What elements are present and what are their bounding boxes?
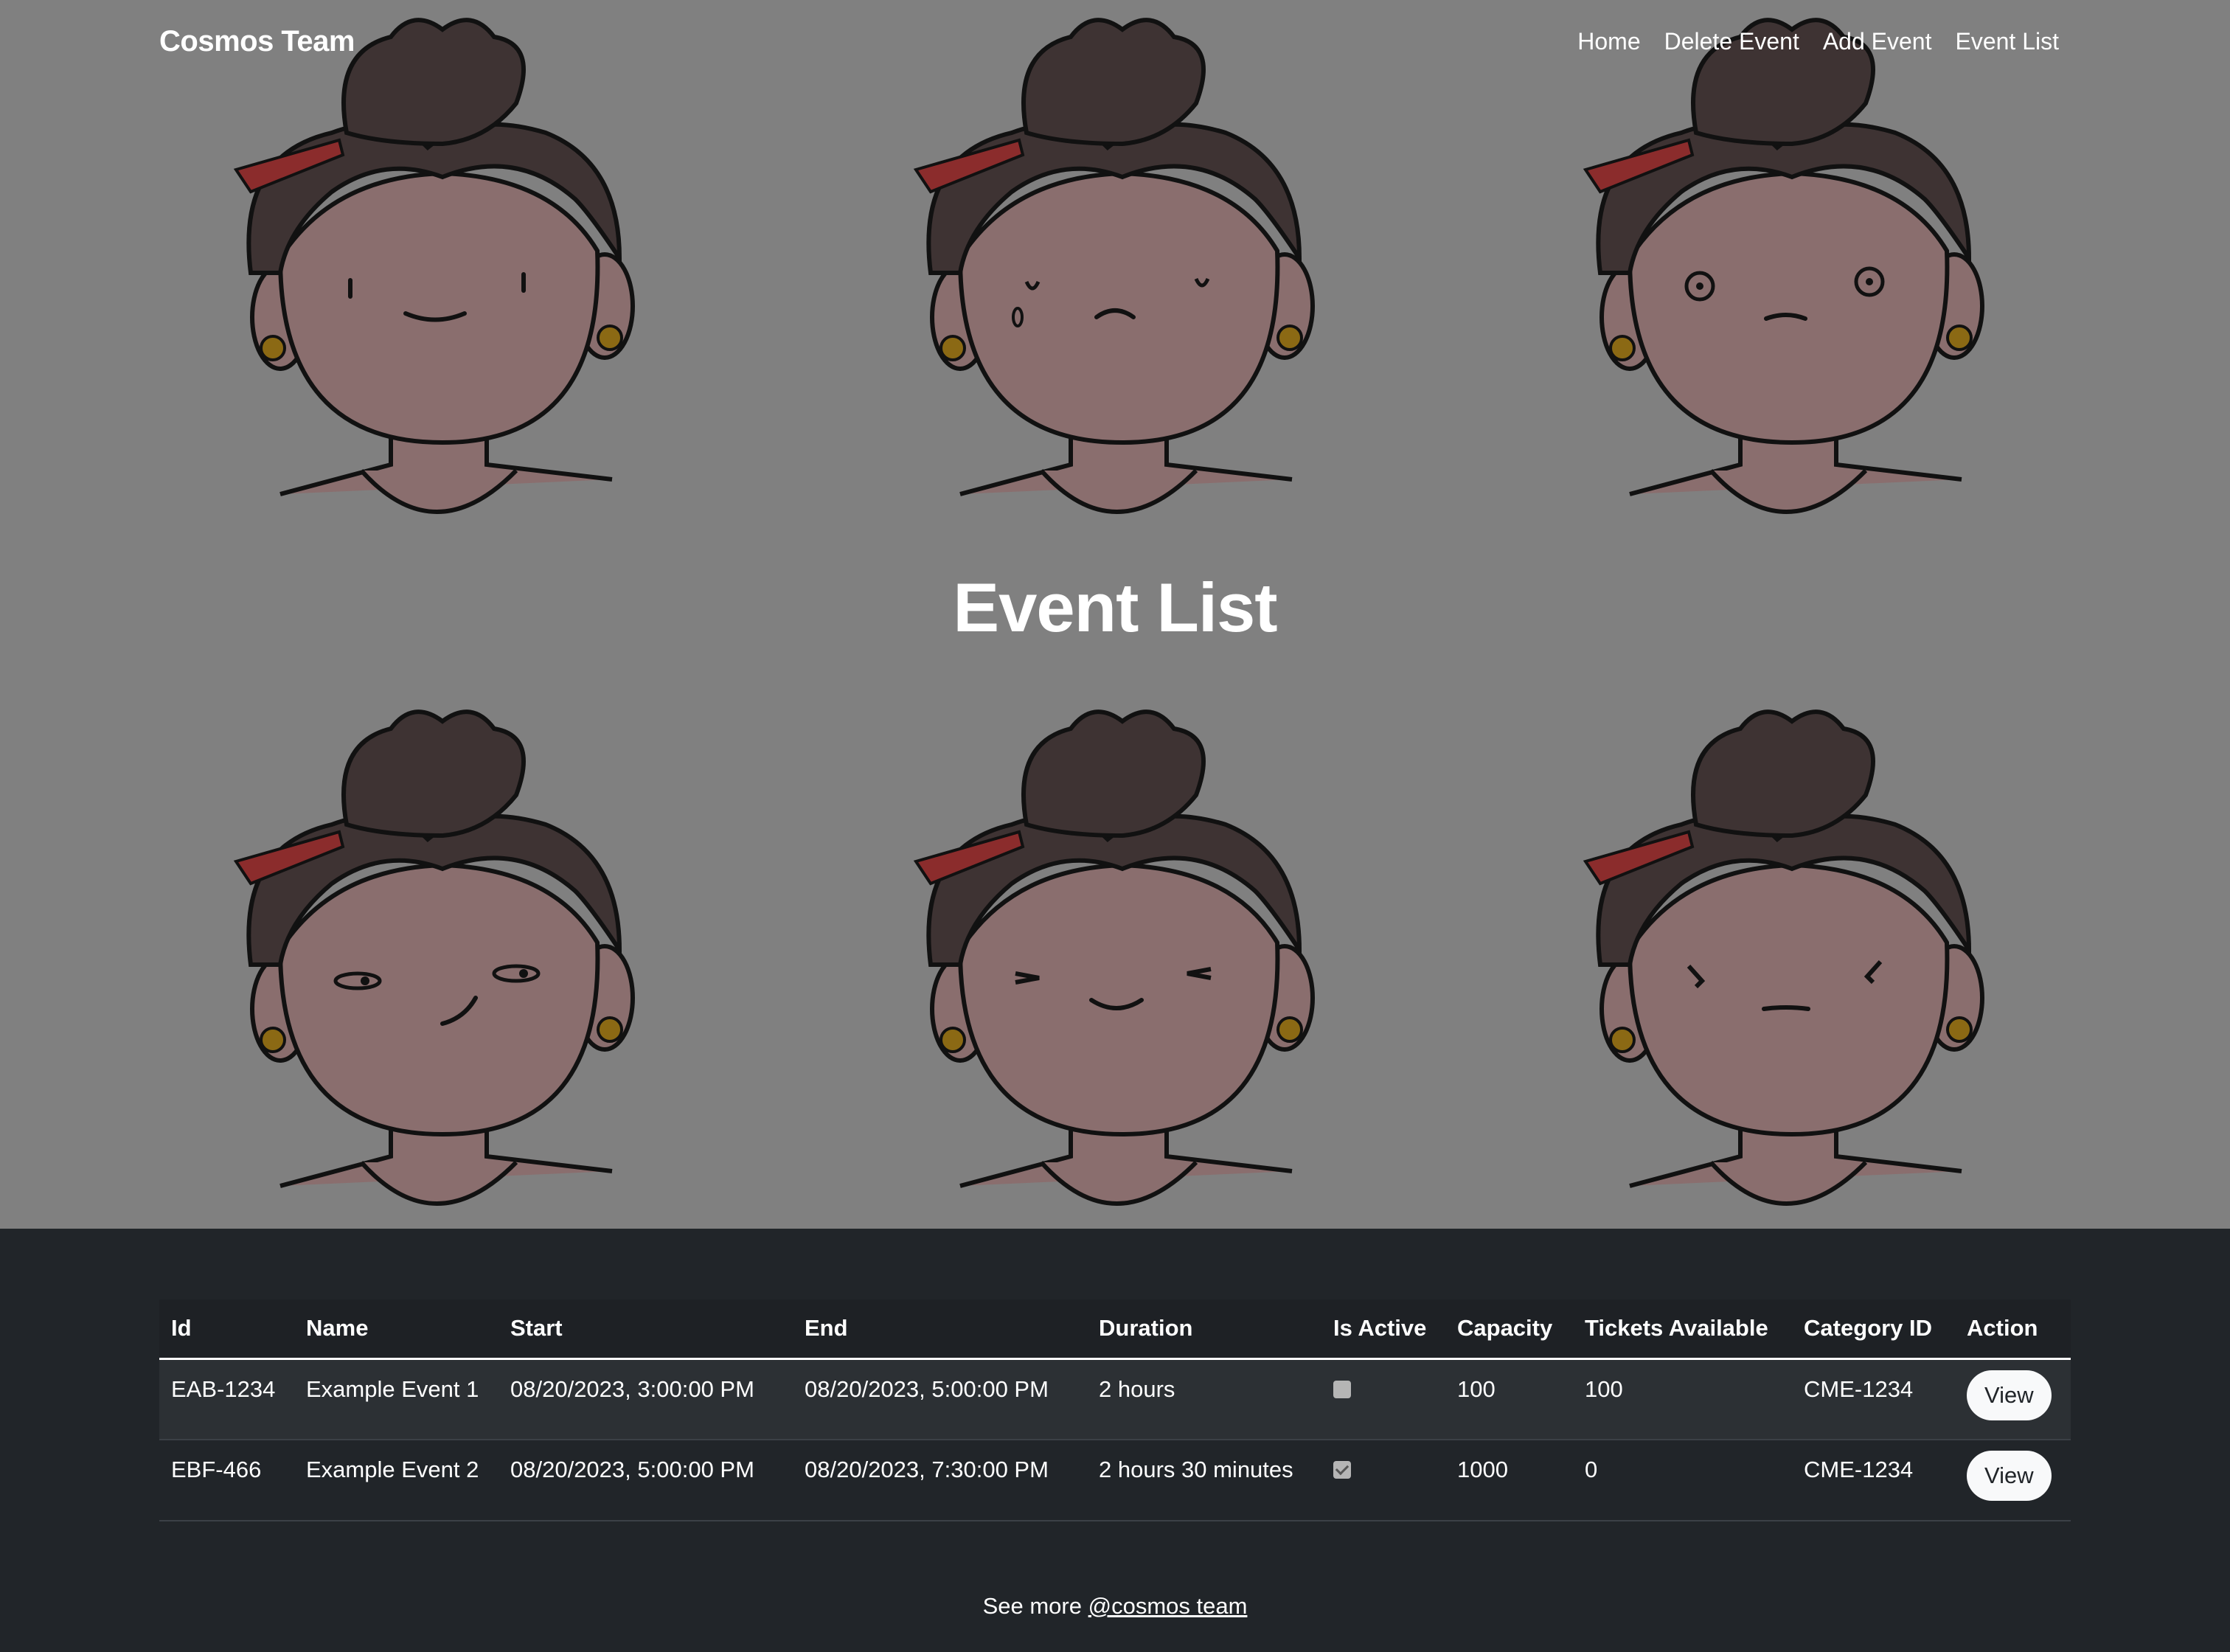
nav-link-add-event[interactable]: Add Event (1823, 28, 1932, 55)
face-illustration (901, 7, 1344, 568)
cell-end: 08/20/2023, 7:30:00 PM (793, 1440, 1087, 1521)
footer-link[interactable]: @cosmos team (1088, 1593, 1248, 1619)
cell-name: Example Event 1 (294, 1358, 499, 1440)
column-header-start: Start (499, 1299, 793, 1360)
face-illustration (1571, 7, 2013, 568)
page-title: Event List (953, 569, 1277, 646)
cell-name: Example Event 2 (294, 1440, 499, 1521)
is-active-checkbox[interactable] (1333, 1461, 1351, 1479)
table-row: EBF-466 Example Event 2 08/20/2023, 5:00… (159, 1440, 2071, 1521)
column-header-tickets-available: Tickets Available (1573, 1299, 1792, 1360)
column-header-category-id: Category ID (1792, 1299, 1955, 1360)
column-header-name: Name (294, 1299, 499, 1360)
column-header-capacity: Capacity (1445, 1299, 1573, 1360)
navbar: Cosmos Team Home Delete Event Add Event … (0, 0, 2230, 84)
page: Cosmos Team Home Delete Event Add Event … (0, 0, 2230, 1652)
hero-banner: Cosmos Team Home Delete Event Add Event … (0, 0, 2230, 1229)
cell-id: EBF-466 (159, 1440, 294, 1521)
events-table-container: Id Name Start End Duration Is Active Cap… (159, 1299, 2071, 1521)
column-header-is-active: Is Active (1321, 1299, 1445, 1360)
events-table: Id Name Start End Duration Is Active Cap… (159, 1299, 2071, 1521)
cell-capacity: 1000 (1445, 1440, 1573, 1521)
cell-start: 08/20/2023, 5:00:00 PM (499, 1440, 793, 1521)
cell-duration: 2 hours 30 minutes (1087, 1440, 1321, 1521)
cell-tickets-available: 0 (1573, 1440, 1792, 1521)
view-button[interactable]: View (1967, 1451, 2052, 1501)
cell-category-id: CME-1234 (1792, 1440, 1955, 1521)
footer: See more @cosmos team (0, 1593, 2230, 1620)
face-illustration (901, 699, 1344, 1229)
brand-logo[interactable]: Cosmos Team (159, 25, 355, 58)
cell-capacity: 100 (1445, 1358, 1573, 1440)
column-header-action: Action (1955, 1299, 2071, 1360)
cell-is-active (1321, 1440, 1445, 1521)
face-illustration (221, 699, 664, 1229)
nav-link-event-list[interactable]: Event List (1955, 28, 2059, 55)
nav-links: Home Delete Event Add Event Event List (1577, 28, 2059, 55)
face-illustration (221, 7, 664, 568)
cell-is-active (1321, 1358, 1445, 1440)
is-active-checkbox[interactable] (1333, 1380, 1351, 1398)
table-header-row: Id Name Start End Duration Is Active Cap… (159, 1299, 2071, 1360)
nav-link-delete-event[interactable]: Delete Event (1664, 28, 1799, 55)
cell-duration: 2 hours (1087, 1358, 1321, 1440)
view-button[interactable]: View (1967, 1370, 2052, 1420)
face-illustration (1571, 699, 2013, 1229)
column-header-duration: Duration (1087, 1299, 1321, 1360)
column-header-end: End (793, 1299, 1087, 1360)
cell-action: View (1955, 1440, 2071, 1521)
column-header-id: Id (159, 1299, 294, 1360)
table-row: EAB-1234 Example Event 1 08/20/2023, 3:0… (159, 1358, 2071, 1440)
footer-text: See more (982, 1593, 1082, 1619)
cell-tickets-available: 100 (1573, 1358, 1792, 1440)
nav-link-home[interactable]: Home (1577, 28, 1640, 55)
cell-category-id: CME-1234 (1792, 1358, 1955, 1440)
cell-start: 08/20/2023, 3:00:00 PM (499, 1358, 793, 1440)
cell-id: EAB-1234 (159, 1358, 294, 1440)
cell-end: 08/20/2023, 5:00:00 PM (793, 1358, 1087, 1440)
cell-action: View (1955, 1358, 2071, 1440)
